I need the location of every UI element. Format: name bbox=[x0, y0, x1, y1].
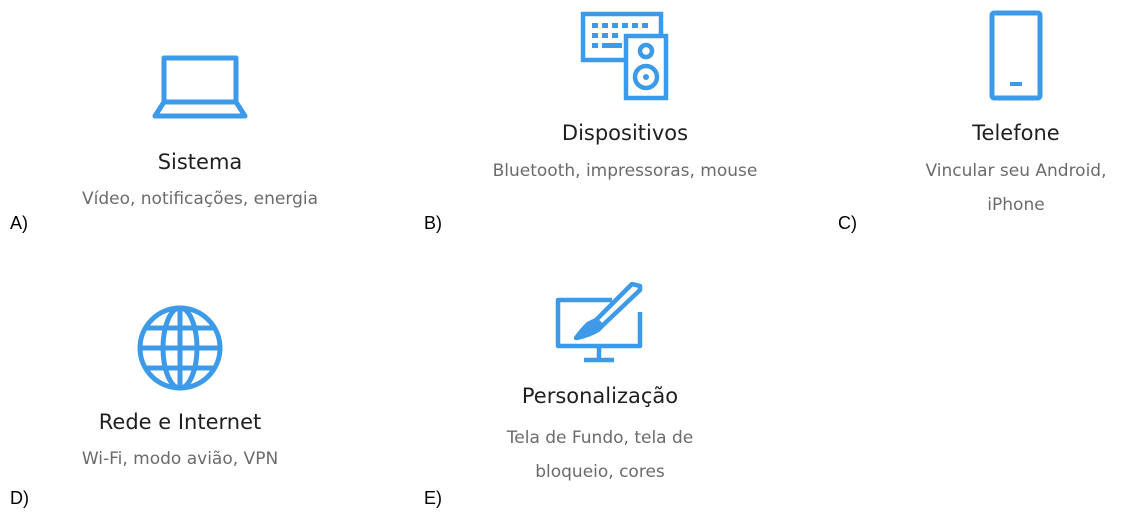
tile-description: Bluetooth, impressoras, mouse bbox=[492, 161, 758, 181]
tile-title: Dispositivos bbox=[561, 121, 689, 145]
tile-rede-e-internet[interactable]: Rede e Internet Wi-Fi, modo avião, VPN bbox=[30, 300, 330, 480]
tile-description: Vincular seu Android, iPhone bbox=[925, 161, 1107, 215]
tile-title: Sistema bbox=[157, 150, 243, 174]
option-label-a: A) bbox=[10, 213, 28, 233]
tile-description: Wi-Fi, modo avião, VPN bbox=[81, 449, 279, 469]
tile-sistema[interactable]: Sistema Vídeo, notificações, energia bbox=[40, 40, 360, 220]
option-label-b: B) bbox=[424, 213, 442, 233]
personalization-brush-monitor-icon bbox=[554, 282, 646, 364]
tile-description: Vídeo, notificações, energia bbox=[81, 189, 319, 209]
option-label-c: C) bbox=[838, 213, 857, 233]
tile-description: Tela de Fundo, tela de bloqueio, cores bbox=[506, 428, 694, 482]
tile-telefone[interactable]: Telefone Vincular seu Android, iPhone bbox=[866, 8, 1131, 218]
tile-dispositivos[interactable]: Dispositivos Bluetooth, impressoras, mou… bbox=[465, 8, 785, 218]
tile-title: Rede e Internet bbox=[98, 410, 262, 434]
tile-title: Personalização bbox=[521, 384, 679, 408]
phone-icon bbox=[988, 10, 1044, 102]
option-label-e: E) bbox=[424, 488, 442, 508]
devices-keyboard-speaker-icon bbox=[580, 10, 670, 102]
laptop-icon bbox=[152, 54, 248, 120]
globe-icon bbox=[136, 304, 224, 392]
option-label-d: D) bbox=[10, 488, 29, 508]
tile-personalizacao[interactable]: Personalização Tela de Fundo, tela de bl… bbox=[450, 282, 750, 492]
tile-title: Telefone bbox=[972, 121, 1060, 145]
